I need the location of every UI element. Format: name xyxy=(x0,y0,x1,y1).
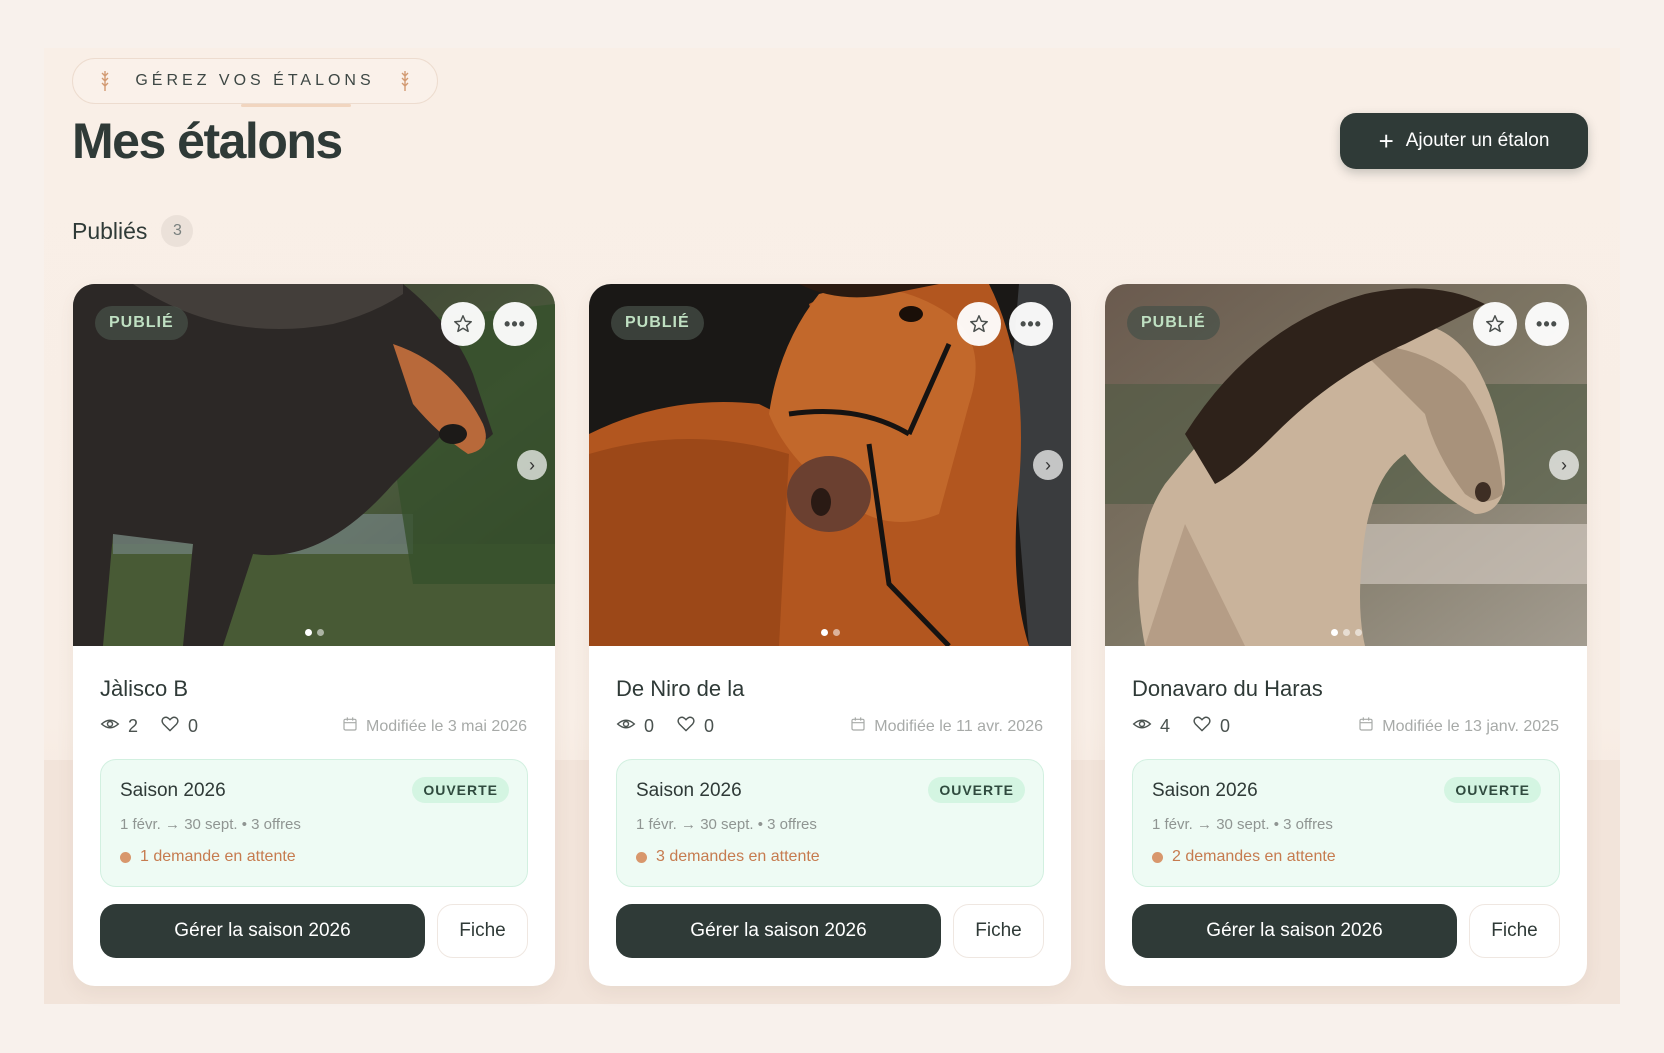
heart-icon xyxy=(676,714,696,739)
stallion-name: De Niro de la xyxy=(616,676,745,701)
season-range: 1 févr. → 30 sept. • 3 offres xyxy=(120,816,301,833)
calendar-icon xyxy=(850,716,866,737)
modified-date: Modifiée le 11 avr. 2026 xyxy=(850,716,1043,737)
season-title: Saison 2026 xyxy=(1152,780,1258,801)
likes-count: 0 xyxy=(1220,716,1231,736)
stallion-stats: 2 0 xyxy=(100,714,198,739)
star-icon[interactable] xyxy=(957,302,1001,346)
pending-text: 2 demandes en attente xyxy=(1172,848,1336,865)
season-panel: Saison 2026 OUVERTE 1 févr. → 30 sept. •… xyxy=(616,759,1044,887)
views-count: 0 xyxy=(644,716,655,736)
stallion-name: Jàlisco B xyxy=(100,676,189,701)
views-count: 4 xyxy=(1160,716,1171,736)
season-range: 1 févr. → 30 sept. • 3 offres xyxy=(1152,816,1333,833)
stallion-photo[interactable]: PUBLIÉ ••• › xyxy=(73,284,555,646)
stallion-card: PUBLIÉ ••• › Jàlisco B 2 0 Modifiée le 3… xyxy=(73,284,555,986)
eyebrow-underline xyxy=(241,104,351,107)
stallion-stats: 0 0 xyxy=(616,714,714,739)
add-stallion-label: Ajouter un étalon xyxy=(1405,130,1550,151)
eyebrow-text: GÉREZ VOS ÉTALONS xyxy=(135,72,375,89)
star-icon[interactable] xyxy=(1473,302,1517,346)
chevron-right-icon[interactable]: › xyxy=(1549,450,1579,480)
season-panel: Saison 2026 OUVERTE 1 févr. → 30 sept. •… xyxy=(100,759,528,887)
status-badge: PUBLIÉ xyxy=(1127,306,1220,340)
section-published: Publiés 3 xyxy=(72,215,194,247)
more-icon[interactable]: ••• xyxy=(1525,302,1569,346)
pending-dot xyxy=(120,851,131,863)
manage-season-button[interactable]: Gérer la saison 2026 xyxy=(100,904,425,958)
plus-icon: + xyxy=(1378,126,1394,156)
season-status-badge: OUVERTE xyxy=(412,777,509,803)
pending-text: 3 demandes en attente xyxy=(656,848,820,865)
fiche-button[interactable]: Fiche xyxy=(437,904,528,958)
eye-icon xyxy=(100,714,120,739)
modified-text: Modifiée le 13 janv. 2025 xyxy=(1382,717,1559,735)
manage-season-button[interactable]: Gérer la saison 2026 xyxy=(616,904,941,958)
stallion-card: PUBLIÉ ••• › De Niro de la 0 0 Modifiée … xyxy=(589,284,1071,986)
section-count-badge: 3 xyxy=(161,215,194,247)
status-badge: PUBLIÉ xyxy=(95,306,188,340)
season-panel: Saison 2026 OUVERTE 1 févr. → 30 sept. •… xyxy=(1132,759,1560,887)
season-title: Saison 2026 xyxy=(120,780,226,801)
stallion-name: Donavaro du Haras xyxy=(1132,676,1323,701)
eye-icon xyxy=(616,714,636,739)
likes-count: 0 xyxy=(704,716,715,736)
eye-icon xyxy=(1132,714,1152,739)
heart-icon xyxy=(160,714,180,739)
page-title: Mes étalons xyxy=(72,113,343,169)
carousel-dots xyxy=(1105,629,1587,636)
stallion-photo[interactable]: PUBLIÉ ••• › xyxy=(1105,284,1587,646)
stallion-photo[interactable]: PUBLIÉ ••• › xyxy=(589,284,1071,646)
season-title: Saison 2026 xyxy=(636,780,742,801)
views-count: 2 xyxy=(128,716,139,736)
more-icon[interactable]: ••• xyxy=(493,302,537,346)
more-icon[interactable]: ••• xyxy=(1009,302,1053,346)
status-badge: PUBLIÉ xyxy=(611,306,704,340)
chevron-right-icon[interactable]: › xyxy=(1033,450,1063,480)
fiche-button[interactable]: Fiche xyxy=(953,904,1044,958)
pending-dot xyxy=(636,851,647,863)
chevron-right-icon[interactable]: › xyxy=(517,450,547,480)
star-icon[interactable] xyxy=(441,302,485,346)
pending-requests[interactable]: 2 demandes en attente xyxy=(1152,848,1336,866)
likes-count: 0 xyxy=(188,716,199,736)
wheat-icon xyxy=(401,70,409,92)
manage-season-button[interactable]: Gérer la saison 2026 xyxy=(1132,904,1457,958)
add-stallion-button[interactable]: + Ajouter un étalon xyxy=(1340,113,1588,169)
heart-icon xyxy=(1192,714,1212,739)
carousel-dots xyxy=(73,629,555,636)
calendar-icon xyxy=(342,716,358,737)
wheat-icon xyxy=(101,70,109,92)
season-status-badge: OUVERTE xyxy=(928,777,1025,803)
stallion-stats: 4 0 xyxy=(1132,714,1230,739)
pending-requests[interactable]: 3 demandes en attente xyxy=(636,848,820,866)
page-eyebrow: GÉREZ VOS ÉTALONS xyxy=(72,58,438,107)
stallion-card: PUBLIÉ ••• › Donavaro du Haras 4 0 Modif… xyxy=(1105,284,1587,986)
carousel-dots xyxy=(589,629,1071,636)
modified-date: Modifiée le 13 janv. 2025 xyxy=(1358,716,1559,737)
section-label: Publiés xyxy=(72,217,148,244)
modified-text: Modifiée le 11 avr. 2026 xyxy=(874,717,1043,735)
pending-requests[interactable]: 1 demande en attente xyxy=(120,848,296,866)
fiche-button[interactable]: Fiche xyxy=(1469,904,1560,958)
modified-date: Modifiée le 3 mai 2026 xyxy=(342,716,527,737)
pending-dot xyxy=(1152,851,1163,863)
pending-text: 1 demande en attente xyxy=(140,848,296,865)
modified-text: Modifiée le 3 mai 2026 xyxy=(366,717,527,735)
season-range: 1 févr. → 30 sept. • 3 offres xyxy=(636,816,817,833)
season-status-badge: OUVERTE xyxy=(1444,777,1541,803)
calendar-icon xyxy=(1358,716,1374,737)
